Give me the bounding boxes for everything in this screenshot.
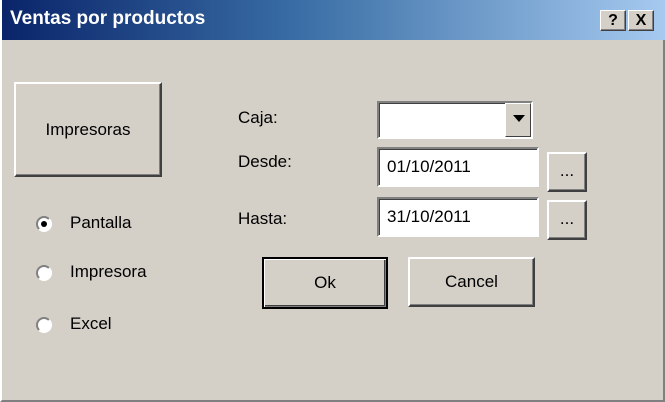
radio-impresora-circle[interactable]: [36, 265, 52, 281]
title-bar: Ventas por productos ? X: [2, 0, 665, 40]
dialog-window: Ventas por productos ? X Impresoras Pant…: [0, 0, 665, 402]
printers-button[interactable]: Impresoras: [14, 82, 162, 177]
hasta-picker-button[interactable]: ...: [547, 200, 587, 240]
radio-pantalla-circle[interactable]: [36, 216, 52, 232]
hasta-date-field[interactable]: 31/10/2011: [377, 197, 539, 237]
hasta-value: 31/10/2011: [387, 207, 471, 226]
radio-selected-dot: [41, 221, 47, 227]
radio-excel-circle[interactable]: [36, 317, 52, 333]
caja-dropdown[interactable]: [377, 101, 533, 139]
caja-dropdown-button[interactable]: [505, 103, 531, 137]
help-button[interactable]: ?: [600, 10, 626, 31]
caja-label: Caja:: [238, 108, 278, 127]
desde-label: Desde:: [238, 152, 292, 171]
desde-value: 01/10/2011: [387, 157, 471, 176]
chevron-down-icon: [513, 115, 525, 122]
desde-date-field[interactable]: 01/10/2011: [377, 147, 539, 187]
cancel-button[interactable]: Cancel: [408, 257, 535, 307]
ok-button[interactable]: Ok: [262, 257, 388, 309]
radio-impresora-label: Impresora: [70, 262, 147, 281]
close-button[interactable]: X: [628, 10, 654, 31]
window-title: Ventas por productos: [10, 8, 206, 29]
hasta-label: Hasta:: [238, 209, 288, 228]
desde-picker-button[interactable]: ...: [547, 152, 587, 192]
radio-pantalla-label: Pantalla: [70, 213, 132, 232]
radio-excel-label: Excel: [70, 314, 112, 333]
